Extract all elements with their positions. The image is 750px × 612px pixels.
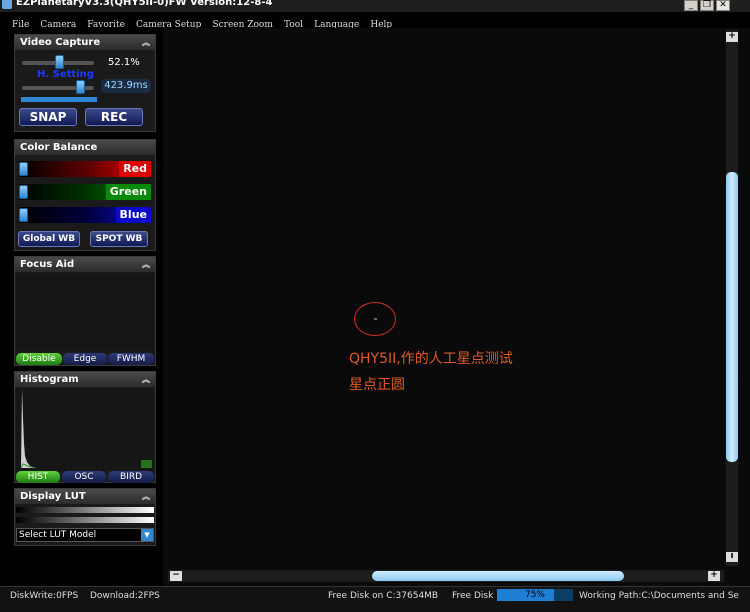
collapse-icon[interactable]: ︽ <box>142 489 150 504</box>
window-title: EZPlanetaryV3.3(QHY5II-0)FW Version:12-8… <box>16 0 273 8</box>
star-point <box>374 318 377 320</box>
spot-wb-button[interactable]: SPOT WB <box>90 231 148 247</box>
close-button[interactable]: ✕ <box>716 0 730 11</box>
horizontal-scroll-thumb[interactable] <box>372 571 624 581</box>
lut-model-select[interactable]: Select LUT Model ▼ <box>16 528 154 542</box>
scroll-down-button[interactable]: ı <box>726 552 738 562</box>
green-slider[interactable]: Green <box>19 184 151 200</box>
image-viewer[interactable] <box>163 28 741 586</box>
free-disk-percent: 75% <box>524 590 545 600</box>
scroll-up-button[interactable]: + <box>726 32 738 42</box>
collapse-icon[interactable]: ︽ <box>142 257 150 272</box>
free-disk-label: Free Disk <box>452 591 494 601</box>
gain-value: 52.1% <box>108 57 140 68</box>
free-disk-info: Free Disk on C:37654MB <box>328 591 439 601</box>
green-slider-thumb[interactable] <box>19 185 28 199</box>
snap-button[interactable]: SNAP <box>19 108 77 126</box>
global-wb-button[interactable]: Global WB <box>18 231 80 247</box>
exposure-value: 423.9ms <box>101 79 151 93</box>
panel-title: Histogram ︽ <box>15 372 155 387</box>
free-disk-progress: 75% <box>497 589 573 601</box>
annotation-line-2: 星点正圆 <box>349 377 405 393</box>
blue-label: Blue <box>115 207 151 223</box>
histogram-panel: Histogram ︽ HIST OSC BIRD <box>14 371 156 483</box>
tab-fwhm[interactable]: FWHM <box>108 353 154 365</box>
color-balance-panel: Color Balance Red Green Blue Global WB S… <box>14 139 156 251</box>
gain-slider-thumb[interactable] <box>54 55 64 69</box>
disk-write-status: DiskWrite:0FPS <box>10 591 79 601</box>
chevron-down-icon[interactable]: ▼ <box>141 529 153 541</box>
vertical-scroll-thumb[interactable] <box>726 172 738 462</box>
scroll-left-button[interactable]: − <box>170 571 182 581</box>
histogram-display <box>16 388 154 470</box>
lut-gradient-bottom <box>16 517 154 523</box>
histogram-title: Histogram <box>20 374 79 385</box>
red-slider[interactable]: Red <box>19 161 151 177</box>
panel-title: Display LUT ︽ <box>15 489 155 504</box>
collapse-icon[interactable]: ︽ <box>142 35 150 50</box>
scroll-right-button[interactable]: + <box>708 571 720 581</box>
tab-disable[interactable]: Disable <box>16 353 62 365</box>
download-status: Download:2FPS <box>90 591 160 601</box>
tab-hist[interactable]: HIST <box>16 471 60 483</box>
minimize-button[interactable]: _ <box>684 0 698 11</box>
panel-title: Focus Aid ︽ <box>15 257 155 272</box>
annotation-line-1: QHY5II,作的人工星点测试 <box>349 351 513 367</box>
color-balance-title: Color Balance <box>20 142 98 153</box>
tab-bird[interactable]: BIRD <box>108 471 154 483</box>
blue-slider[interactable]: Blue <box>19 207 151 223</box>
histogram-graph <box>20 388 154 469</box>
panel-title: Video Capture ︽ <box>15 35 155 50</box>
exposure-slider-thumb[interactable] <box>76 80 86 94</box>
star-highlight-circle <box>354 302 396 336</box>
lut-gradient-top <box>16 507 154 513</box>
collapse-icon[interactable]: ︽ <box>142 372 150 387</box>
app-icon <box>2 0 12 9</box>
panel-title: Color Balance <box>15 140 155 155</box>
lut-select-value: Select LUT Model <box>19 530 97 540</box>
video-capture-title: Video Capture <box>20 37 101 48</box>
focus-aid-display <box>16 273 154 351</box>
red-label: Red <box>119 161 151 177</box>
tab-osc[interactable]: OSC <box>62 471 106 483</box>
focus-aid-panel: Focus Aid ︽ Disable Edge FWHM <box>14 256 156 366</box>
overlay-label: H. Setting <box>37 69 94 80</box>
green-label: Green <box>105 184 151 200</box>
rec-button[interactable]: REC <box>85 108 143 126</box>
display-lut-panel: Display LUT ︽ Select LUT Model ▼ <box>14 488 156 546</box>
tab-edge[interactable]: Edge <box>63 353 107 365</box>
restore-button[interactable]: ❐ <box>700 0 714 11</box>
focus-aid-title: Focus Aid <box>20 259 75 270</box>
display-lut-title: Display LUT <box>20 491 86 502</box>
red-slider-thumb[interactable] <box>19 162 28 176</box>
blue-slider-thumb[interactable] <box>19 208 28 222</box>
video-capture-panel: Video Capture ︽ 52.1% H. Setting 423.9ms… <box>14 34 156 132</box>
working-path: Working Path:C:\Documents and Settings\ <box>579 591 739 601</box>
exposure-progress-bar <box>21 97 97 102</box>
menu-bar: File Camera Favorite Camera Setup Screen… <box>0 12 750 30</box>
title-bar: EZPlanetaryV3.3(QHY5II-0)FW Version:12-8… <box>0 0 750 12</box>
